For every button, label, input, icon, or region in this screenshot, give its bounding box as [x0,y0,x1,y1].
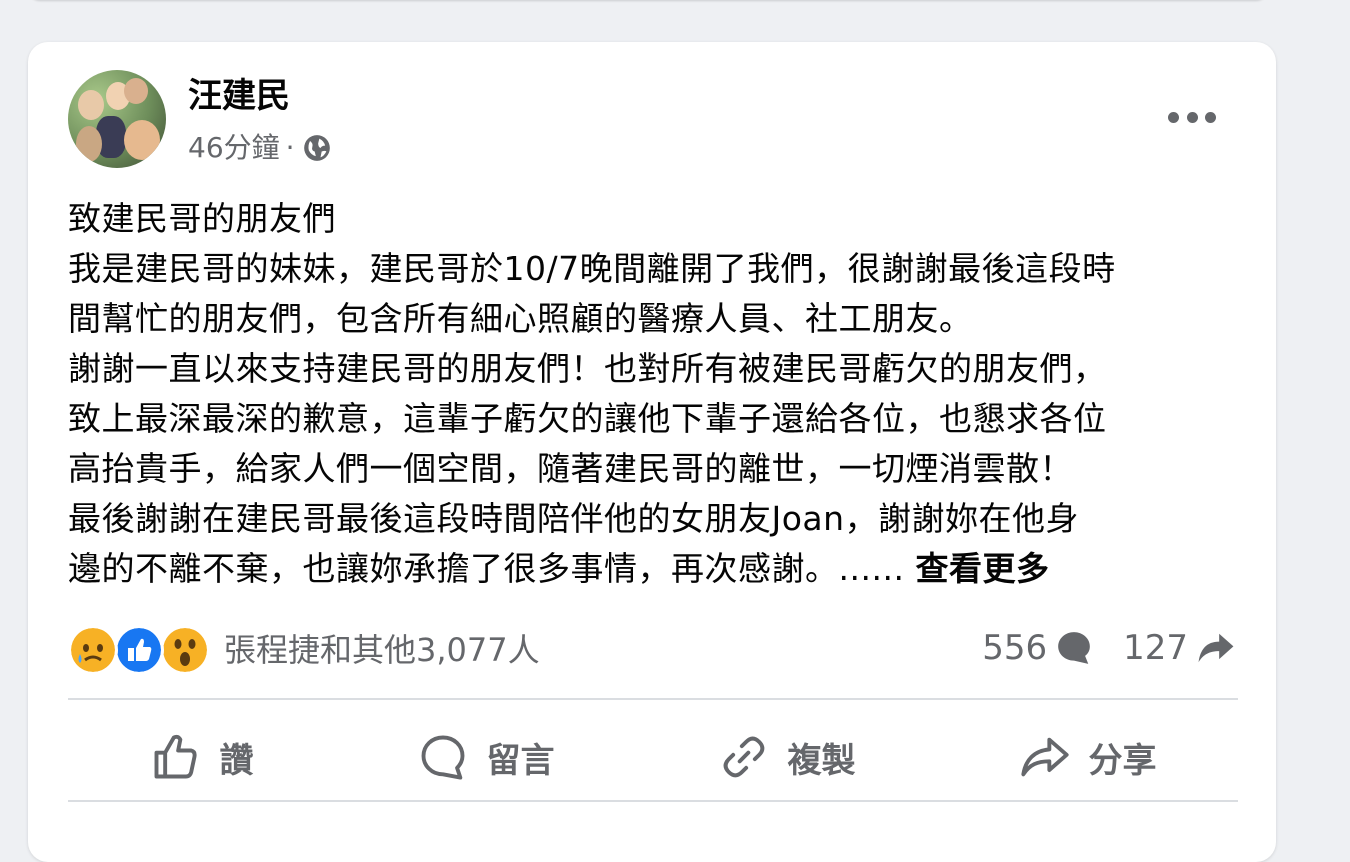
copy-label: 複製 [787,740,856,781]
share-icon [1020,737,1069,777]
comments-count-value: 556 [982,628,1048,668]
wow-reaction-icon [160,625,210,675]
post-actions: 讚 留言 複製 分享 [68,714,1238,800]
comment-button[interactable]: 留言 [397,721,575,793]
share-label: 分享 [1088,740,1157,781]
comment-icon [421,735,464,780]
meta-separator: · [285,131,295,164]
globe-icon [303,135,330,161]
post-card: 汪建民 46分鐘 · 致建民哥的朋友們 我是建民哥的妹妹，建民哥於10/7晚間離… [28,42,1276,862]
copy-link-button[interactable]: 複製 [698,721,876,793]
like-label: 讚 [219,740,254,781]
post-line: 致上最深最深的歉意，這輩子虧欠的讓他下輩子還給各位，也懇求各位 [68,399,1107,438]
divider [68,800,1238,802]
post-line: 謝謝一直以來支持建民哥的朋友們！也對所有被建民哥虧欠的朋友們， [68,349,1107,388]
comment-label: 留言 [486,740,555,781]
more-dot-icon [1205,111,1216,123]
reactions-summary[interactable]: 張程捷和其他3,077人 [68,622,540,675]
sad-reaction-icon [68,625,118,675]
share-button[interactable]: 分享 [999,721,1177,793]
comments-count[interactable]: 556 [982,628,1093,668]
engagement-stats: 556 127 [982,622,1236,674]
post-line: 間幫忙的朋友們，包含所有細心照顧的醫療人員、社工朋友。 [68,299,973,338]
comment-bubble-icon [1058,632,1090,664]
post-line: 我是建民哥的妹妹，建民哥於10/7晚間離開了我們，很謝謝最後這段時 [68,249,1116,288]
more-dot-icon [1168,111,1179,123]
reactions-text: 張程捷和其他3,077人 [224,631,540,669]
post-body: 致建民哥的朋友們 我是建民哥的妹妹，建民哥於10/7晚間離開了我們，很謝謝最後這… [68,194,1248,594]
post-line: 邊的不離不棄，也讓妳承擔了很多事情，再次感謝。...... [68,549,905,588]
share-arrow-icon [1198,633,1234,663]
post-line: 致建民哥的朋友們 [68,199,336,238]
post-meta: 46分鐘 · [188,130,331,166]
reaction-icons [68,623,212,675]
see-more-link[interactable]: 查看更多 [915,549,1049,588]
author-name[interactable]: 汪建民 [188,76,290,116]
post-line-last: 邊的不離不棄，也讓妳承擔了很多事情，再次感謝。...... 查看更多 [68,544,1248,594]
like-button[interactable]: 讚 [130,721,274,793]
avatar[interactable] [68,70,166,168]
more-options-button[interactable] [1168,106,1216,128]
shares-count[interactable]: 127 [1123,628,1236,668]
post-line: 高抬貴手，給家人們一個空間，隨著建民哥的離世，一切煙消雲散！ [68,449,1073,488]
thumbs-up-icon [154,734,197,779]
like-reaction-icon [114,625,164,675]
more-dot-icon [1186,111,1198,123]
post-timestamp[interactable]: 46分鐘 [188,130,280,166]
divider [68,698,1238,700]
link-icon [723,736,764,778]
post-line: 最後謝謝在建民哥最後這段時間陪伴他的女朋友Joan，謝謝妳在他身 [68,499,1080,538]
shares-count-value: 127 [1123,628,1188,668]
